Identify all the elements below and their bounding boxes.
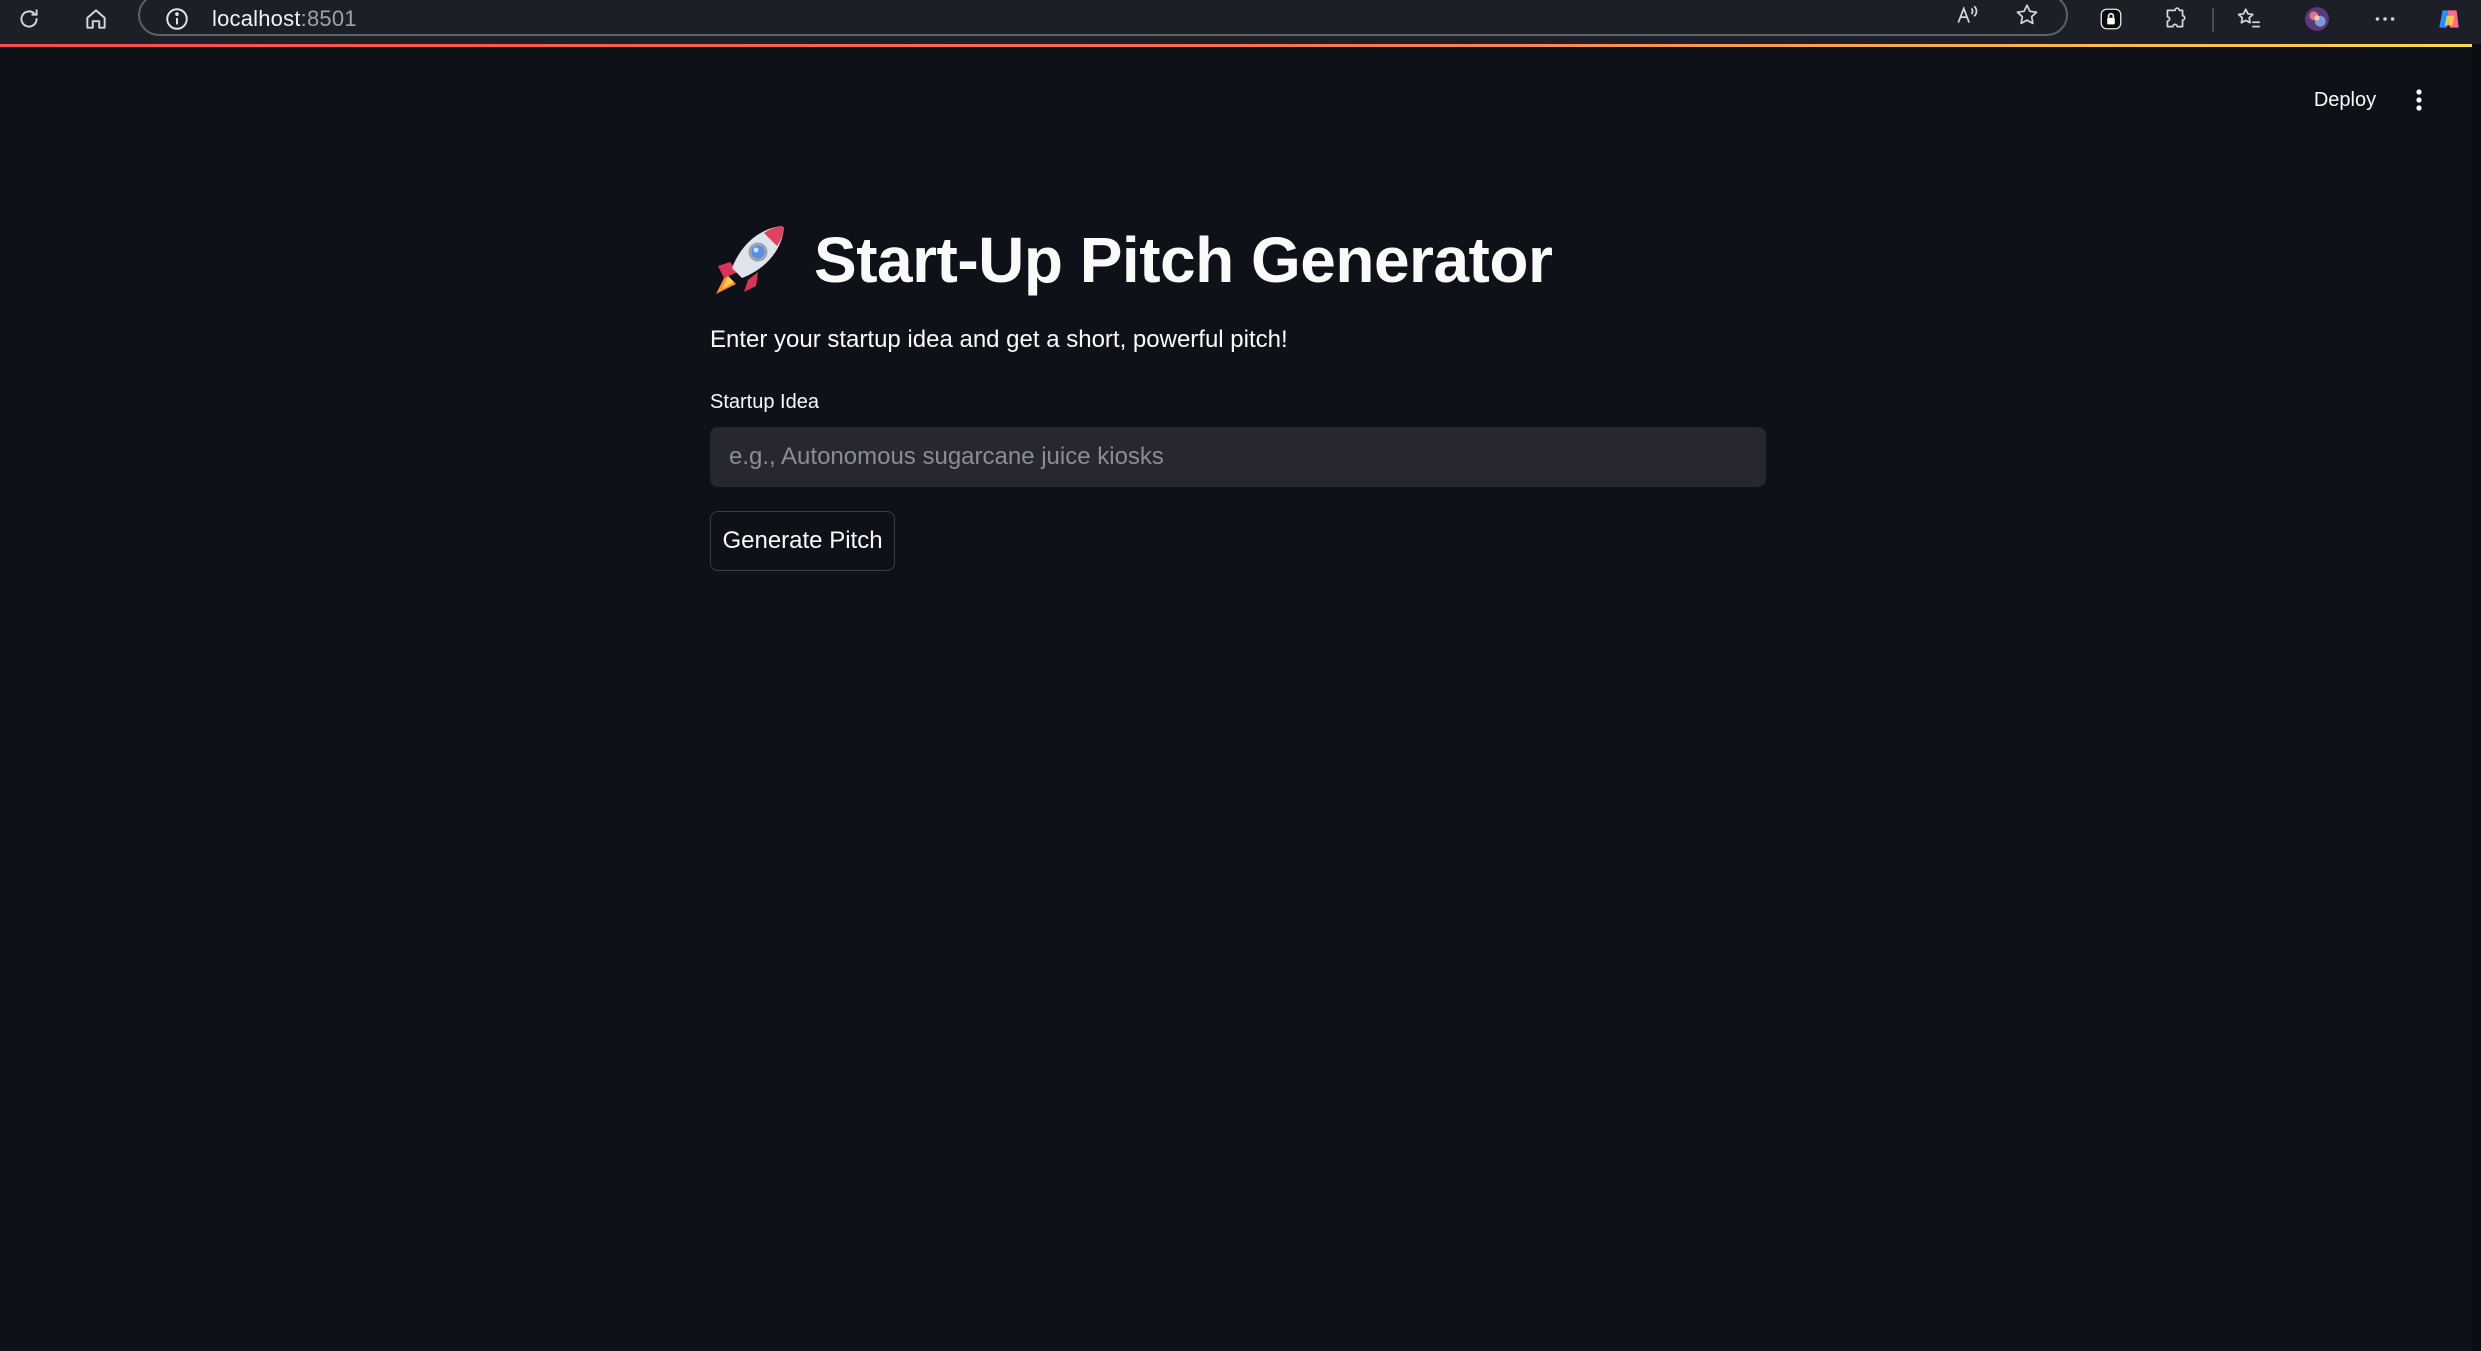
deploy-button[interactable]: Deploy — [2300, 80, 2390, 120]
browser-toolbar: localhost:8501 — [0, 0, 2481, 44]
url-text[interactable]: localhost:8501 — [212, 6, 357, 32]
rocket-icon — [712, 222, 792, 298]
favorites-list-icon[interactable] — [2232, 2, 2266, 36]
url-port: :8501 — [300, 6, 357, 31]
page-title: Start-Up Pitch Generator — [814, 224, 1553, 296]
toolbar-divider — [2212, 8, 2214, 32]
page-subtitle: Enter your startup idea and get a short,… — [710, 326, 1288, 353]
home-icon[interactable] — [79, 2, 113, 36]
page-scrollbar[interactable] — [2472, 44, 2481, 1351]
favorite-star-icon[interactable] — [2010, 0, 2044, 32]
lock-extension-icon[interactable] — [2094, 2, 2128, 36]
startup-idea-input[interactable] — [710, 427, 1766, 487]
startup-idea-label: Startup Idea — [710, 391, 819, 413]
read-aloud-icon[interactable] — [1950, 0, 1984, 32]
generate-pitch-button[interactable]: Generate Pitch — [710, 511, 895, 571]
copilot-icon[interactable] — [2432, 2, 2466, 36]
vertical-dots-icon[interactable] — [2404, 80, 2434, 120]
info-icon[interactable] — [164, 6, 190, 32]
profile-avatar[interactable] — [2300, 2, 2334, 36]
streamlit-decoration-bar — [0, 44, 2472, 47]
more-options-icon[interactable] — [2368, 2, 2402, 36]
extensions-puzzle-icon[interactable] — [2158, 2, 2192, 36]
refresh-icon[interactable] — [12, 2, 46, 36]
address-bar[interactable]: localhost:8501 — [138, 0, 2068, 36]
url-host: localhost — [212, 6, 301, 31]
